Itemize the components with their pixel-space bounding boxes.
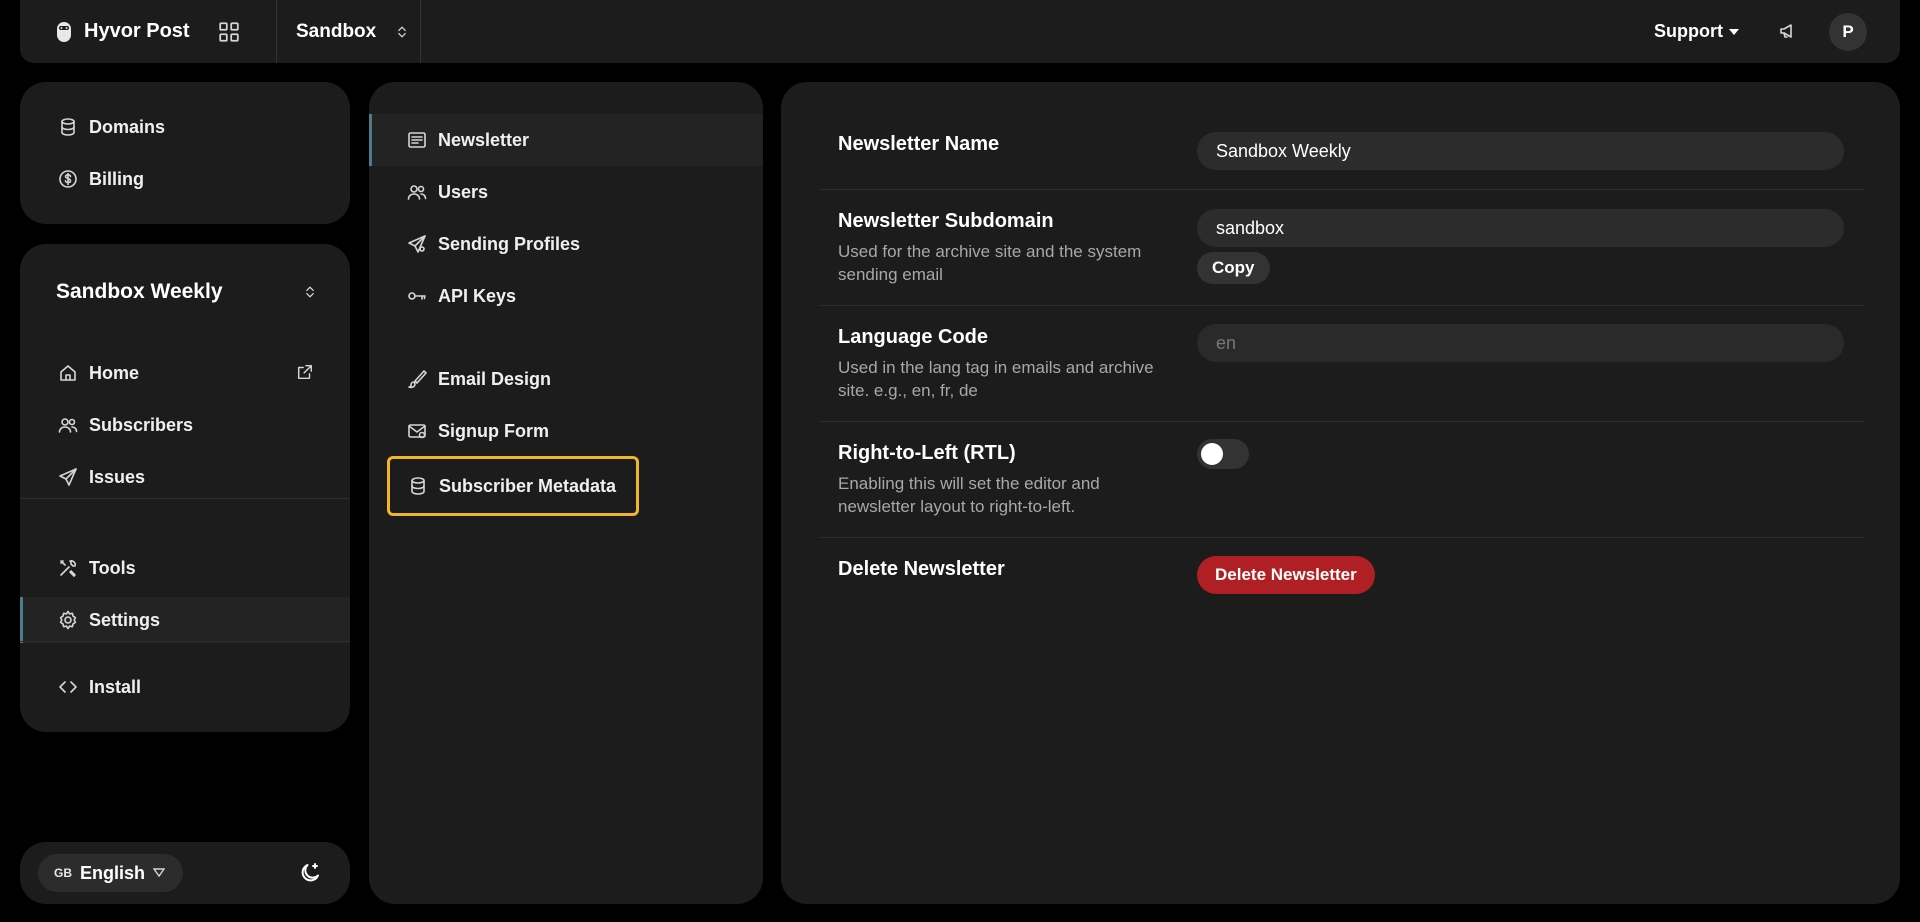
apps-grid-icon[interactable]	[218, 21, 240, 43]
moon-icon[interactable]	[298, 861, 322, 885]
nav-label: Install	[89, 676, 142, 697]
setting-title: Language Code	[838, 326, 989, 348]
nav-label: Issues	[89, 466, 146, 487]
project-name: Sandbox	[296, 20, 377, 42]
settings-nav-label: Newsletter	[438, 129, 530, 150]
tools-icon	[58, 558, 78, 578]
newsletter-name: Sandbox Weekly	[56, 280, 223, 303]
newsletter-nav-panel: Sandbox Weekly Home Subscribers Issues T…	[20, 244, 350, 732]
brush-icon	[407, 369, 427, 389]
top-divider	[420, 0, 421, 63]
setting-newsletter-subdomain: Newsletter Subdomain Used for the archiv…	[819, 190, 1864, 306]
copy-subdomain-button[interactable]: Copy	[1197, 252, 1270, 284]
setting-title: Right-to-Left (RTL)	[838, 442, 1016, 464]
setting-description: Used in the lang tag in emails and archi…	[838, 358, 1154, 400]
settings-nav-signup-form[interactable]: Signup Form	[369, 405, 763, 457]
nav-label: Home	[89, 362, 140, 383]
support-menu[interactable]: Support	[1654, 0, 1739, 63]
flag-icon: GB	[54, 866, 72, 880]
settings-nav-newsletter[interactable]: Newsletter	[369, 114, 763, 166]
database-icon	[58, 117, 78, 137]
language-code-input[interactable]	[1197, 324, 1844, 362]
nav-label: Billing	[89, 168, 144, 189]
settings-nav-label: Subscriber Metadata	[439, 475, 617, 496]
nav-divider	[20, 641, 350, 642]
brand[interactable]: Hyvor Post	[56, 0, 190, 63]
toggle-knob	[1201, 443, 1223, 465]
envelope-icon	[407, 421, 427, 441]
caret-down-icon	[153, 868, 166, 878]
brand-name: Hyvor Post	[84, 20, 190, 42]
nav-issues[interactable]: Issues	[20, 454, 350, 500]
subdomain-input[interactable]	[1197, 209, 1844, 247]
account-nav-panel: Domains Billing	[20, 82, 350, 224]
setting-language-code: Language Code Used in the lang tag in em…	[819, 306, 1864, 422]
nav-home[interactable]: Home	[20, 350, 350, 396]
nav-install[interactable]: Install	[20, 664, 350, 710]
users-icon	[58, 415, 78, 435]
chevron-up-down-icon	[302, 284, 318, 300]
nav-settings[interactable]: Settings	[20, 597, 350, 643]
nav-billing[interactable]: Billing	[20, 156, 350, 202]
key-icon	[407, 286, 427, 306]
nav-domains[interactable]: Domains	[20, 104, 350, 150]
nav-divider	[20, 498, 350, 499]
settings-content-panel: Newsletter Name Newsletter Subdomain Use…	[781, 82, 1900, 904]
setting-delete-newsletter: Delete Newsletter Delete Newsletter	[819, 538, 1864, 618]
gear-icon	[58, 610, 78, 630]
top-bar: Hyvor Post Sandbox Support P	[20, 0, 1900, 63]
settings-nav-email-design[interactable]: Email Design	[369, 353, 763, 405]
external-link-icon[interactable]	[296, 363, 314, 381]
setting-rtl: Right-to-Left (RTL) Enabling this will s…	[819, 422, 1864, 538]
footer-panel: GB English	[20, 842, 350, 904]
user-avatar[interactable]: P	[1829, 13, 1867, 51]
delete-newsletter-button[interactable]: Delete Newsletter	[1197, 556, 1375, 594]
top-divider	[276, 0, 277, 63]
settings-nav-label: Users	[438, 181, 489, 202]
setting-description: Used for the archive site and the system…	[838, 242, 1142, 284]
nav-subscribers[interactable]: Subscribers	[20, 402, 350, 448]
rtl-toggle[interactable]	[1197, 439, 1249, 469]
settings-nav-label: Sending Profiles	[438, 233, 581, 254]
nav-label: Settings	[89, 609, 161, 630]
settings-nav-sending-profiles[interactable]: Sending Profiles	[369, 218, 763, 270]
language-label: English	[80, 862, 146, 883]
setting-title: Newsletter Subdomain	[838, 210, 1054, 232]
newsletter-name-input[interactable]	[1197, 132, 1844, 170]
home-icon	[58, 363, 78, 383]
settings-nav-label: API Keys	[438, 285, 517, 306]
settings-nav-panel: Newsletter Users Sending Profiles API Ke…	[369, 82, 763, 904]
settings-nav-api-keys[interactable]: API Keys	[369, 270, 763, 322]
newsletter-selector[interactable]: Sandbox Weekly	[56, 274, 318, 310]
settings-nav-subscriber-metadata[interactable]: Subscriber Metadata	[387, 456, 639, 516]
database-icon	[408, 476, 428, 496]
hyvor-logo-icon	[56, 21, 72, 43]
megaphone-icon[interactable]	[1778, 21, 1798, 41]
language-selector[interactable]: GB English	[38, 854, 184, 892]
settings-nav-label: Email Design	[438, 368, 552, 389]
send-icon	[407, 234, 427, 254]
setting-newsletter-name: Newsletter Name	[819, 82, 1864, 190]
newsletter-icon	[407, 130, 427, 150]
caret-down-icon	[1729, 28, 1739, 36]
support-label: Support	[1654, 21, 1723, 41]
nav-label: Tools	[89, 557, 136, 578]
setting-title: Newsletter Name	[838, 133, 1000, 155]
nav-tools[interactable]: Tools	[20, 545, 350, 591]
nav-label: Domains	[89, 116, 166, 137]
send-icon	[58, 467, 78, 487]
setting-title: Delete Newsletter	[838, 558, 1005, 580]
chevron-up-down-icon	[394, 24, 410, 40]
dollar-icon	[58, 169, 78, 189]
code-icon	[58, 677, 78, 697]
settings-nav-users[interactable]: Users	[369, 166, 763, 218]
users-icon	[407, 182, 427, 202]
settings-nav-label: Signup Form	[438, 420, 549, 441]
project-selector[interactable]: Sandbox	[296, 0, 410, 63]
nav-label: Subscribers	[89, 414, 194, 435]
setting-description: Enabling this will set the editor and ne…	[838, 474, 1100, 516]
